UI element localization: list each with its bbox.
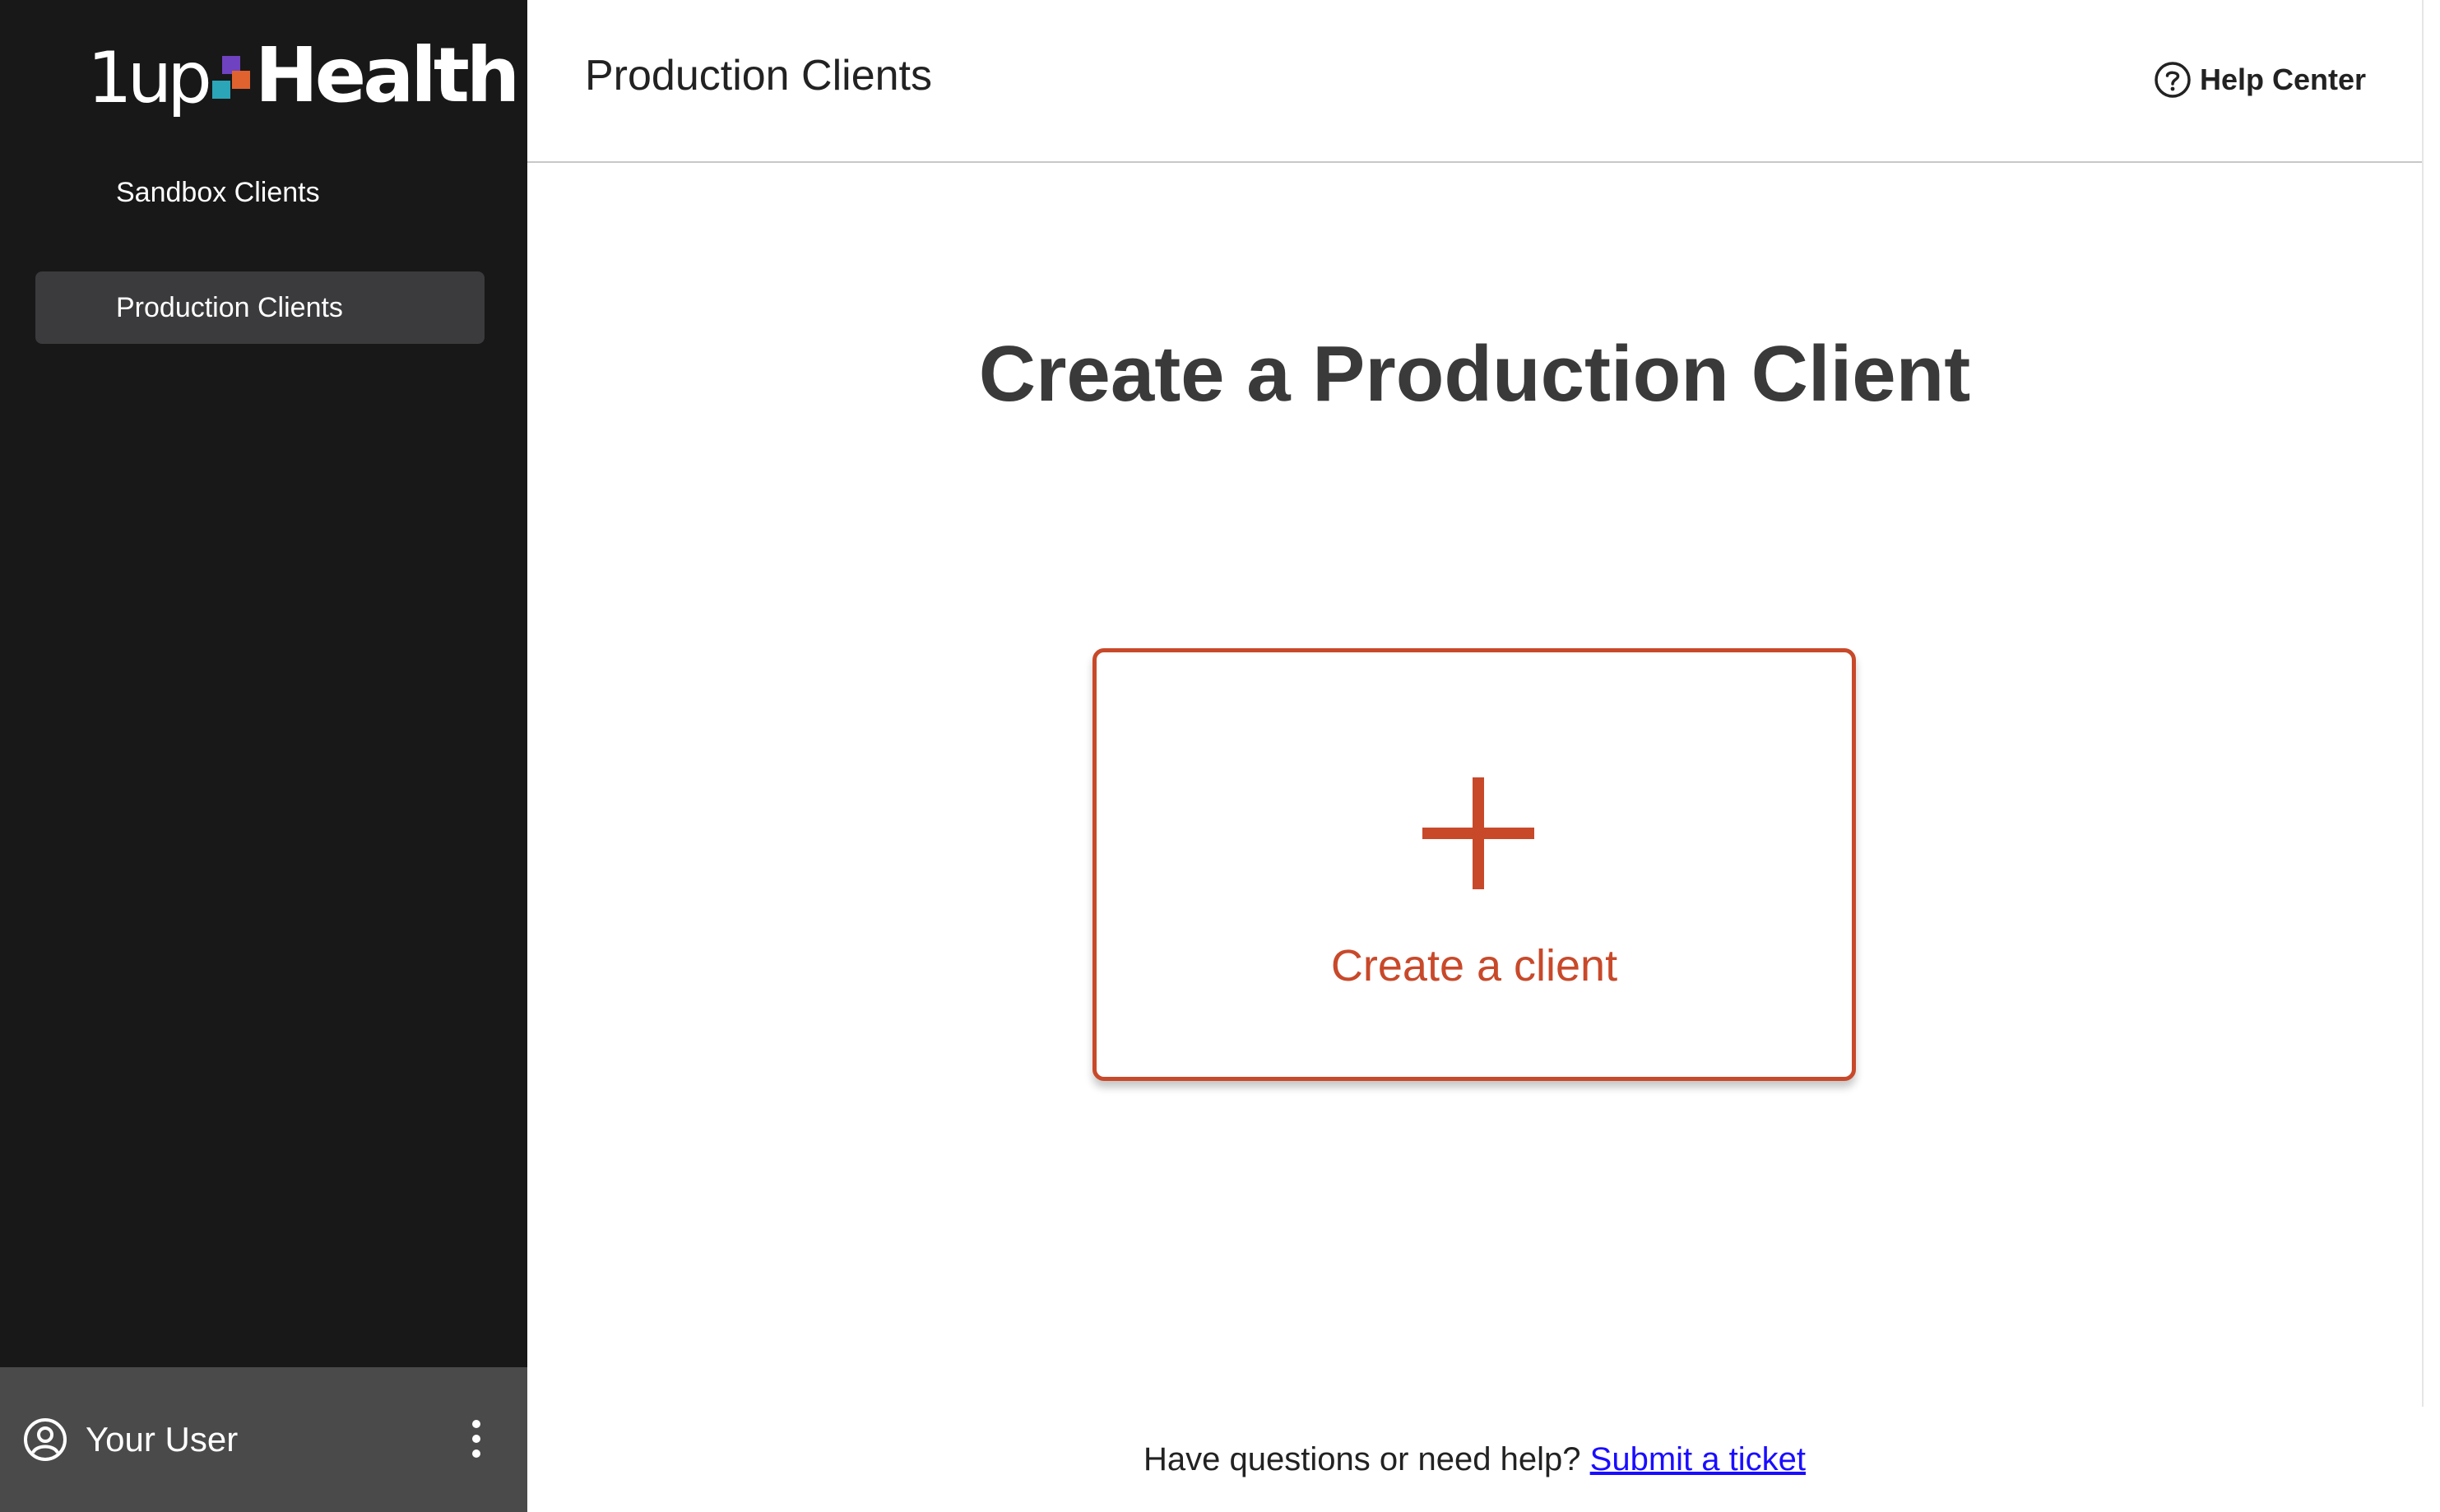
logo-mark-icon (211, 56, 250, 102)
footer-text: Have questions or need help? (1143, 1441, 1581, 1477)
sidebar-item-sandbox-clients[interactable]: Sandbox Clients (35, 156, 485, 229)
plus-icon (1422, 777, 1534, 889)
kebab-menu-icon[interactable] (470, 1420, 483, 1458)
create-client-label: Create a client (1330, 941, 1618, 990)
page-header: Production Clients Help Center (527, 0, 2422, 163)
logo-text-health: Health (254, 31, 520, 119)
sidebar-item-label: Production Clients (116, 291, 343, 323)
sidebar: 1up Health Sandbox Clients Production Cl… (0, 0, 527, 1512)
help-center-link[interactable]: Help Center (2154, 61, 2366, 99)
user-name: Your User (86, 1420, 239, 1459)
create-client-card[interactable]: Create a client (1092, 648, 1856, 1081)
user-bar[interactable]: Your User (0, 1367, 527, 1512)
app-window: 1up Health Sandbox Clients Production Cl… (0, 0, 2440, 1512)
sidebar-item-label: Sandbox Clients (116, 176, 320, 208)
brand-logo[interactable]: 1up Health (87, 31, 520, 119)
page-title: Production Clients (585, 52, 932, 100)
scrollbar-track[interactable] (2422, 0, 2440, 1407)
user-circle-icon (24, 1418, 67, 1461)
help-center-label: Help Center (2199, 63, 2366, 96)
logo-text-1up: 1up (87, 37, 212, 119)
help-circle-icon (2155, 62, 2191, 98)
sidebar-item-production-clients[interactable]: Production Clients (35, 271, 485, 344)
submit-ticket-link[interactable]: Submit a ticket (1590, 1441, 1806, 1477)
footer-help: Have questions or need help? Submit a ti… (527, 1441, 2422, 1478)
main-heading: Create a Production Client (978, 330, 1971, 418)
